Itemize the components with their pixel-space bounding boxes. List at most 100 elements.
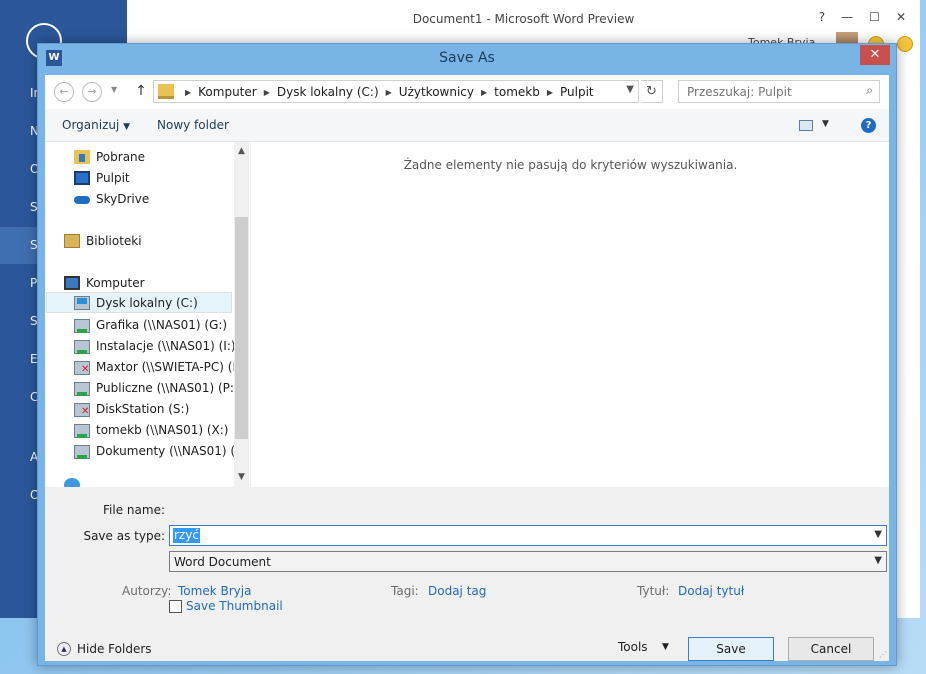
tree-item-label: tomekb (\\NAS01) (X:): [96, 422, 229, 437]
tree-item-komputer[interactable]: Komputer: [64, 272, 145, 293]
save-as-type-select[interactable]: Word Document ▼: [169, 551, 887, 572]
minimize-icon[interactable]: —: [841, 10, 853, 24]
scroll-up-icon[interactable]: ▲: [234, 144, 249, 159]
nav-pane-scrollbar[interactable]: ▲ ▼: [234, 142, 249, 487]
hide-folders-button[interactable]: ▲ Hide Folders: [57, 642, 152, 656]
tools-button[interactable]: Tools: [618, 640, 648, 654]
tree-item-diskstation[interactable]: DiskStation (S:): [74, 398, 189, 419]
chevron-right-icon[interactable]: ▶: [547, 88, 553, 99]
word-window-controls: ? — ☐ ✕: [819, 10, 906, 24]
drive-icon: [74, 295, 90, 310]
disconnected-drive-icon: [74, 361, 90, 375]
dialog-title: Save As: [439, 50, 495, 66]
chevron-right-icon[interactable]: ▶: [481, 88, 487, 99]
tree-item-pulpit[interactable]: Pulpit: [74, 167, 130, 188]
breadcrumb-item-tomekb[interactable]: tomekb: [494, 85, 540, 99]
save-thumbnail-checkbox[interactable]: [169, 600, 182, 613]
address-bar[interactable]: ▶ Komputer ▶ Dysk lokalny (C:) ▶ Użytkow…: [153, 80, 639, 103]
downloads-folder-icon: [74, 149, 90, 164]
tree-item-maxtor[interactable]: Maxtor (\\SWIETA-PC) (M: [74, 356, 243, 377]
maximize-icon[interactable]: ☐: [869, 10, 880, 24]
tree-item-network[interactable]: [64, 474, 86, 487]
word-window-title: Document1 - Microsoft Word Preview: [412, 12, 635, 26]
save-thumbnail-label[interactable]: Save Thumbnail: [186, 599, 283, 613]
save-as-dialog: W Save As ✕ ← → ▼ ↑ ▶ Komputer ▶ Dysk lo…: [37, 43, 897, 666]
tree-item-label: Grafika (\\NAS01) (G:): [96, 317, 228, 332]
search-input[interactable]: [679, 81, 849, 102]
close-icon[interactable]: ✕: [896, 10, 906, 24]
refresh-button[interactable]: ↻: [641, 80, 663, 103]
organize-label: Organizuj: [62, 118, 120, 132]
forward-button[interactable]: →: [82, 82, 102, 102]
frown-icon[interactable]: [897, 36, 913, 52]
hide-folders-label: Hide Folders: [77, 642, 152, 656]
file-name-value: rzyć: [173, 528, 200, 543]
tree-item-biblioteki[interactable]: Biblioteki: [64, 230, 142, 251]
view-options-icon[interactable]: [799, 120, 813, 131]
navigation-pane[interactable]: Pobrane Pulpit SkyDrive Biblioteki Kompu…: [45, 142, 249, 487]
tree-item-dokumenty[interactable]: Dokumenty (\\NAS01) (Z:): [74, 440, 249, 461]
chevron-down-icon[interactable]: ▼: [662, 642, 669, 652]
authors-label: Autorzy:: [122, 584, 172, 598]
dialog-title-bar[interactable]: W Save As ✕: [38, 44, 896, 72]
file-list-area[interactable]: Żadne elementy nie pasują do kryteriów w…: [250, 142, 889, 487]
breadcrumb-item-drive-c[interactable]: Dysk lokalny (C:): [277, 85, 379, 99]
authors-value[interactable]: Tomek Bryja: [178, 584, 251, 598]
chevron-right-icon[interactable]: ▶: [386, 88, 392, 99]
tags-label: Tagi:: [391, 584, 419, 598]
chevron-down-icon[interactable]: ▼: [626, 84, 634, 95]
chevron-down-icon[interactable]: ▼: [874, 555, 882, 566]
help-icon[interactable]: ?: [819, 10, 825, 24]
network-drive-icon: [74, 445, 90, 459]
save-as-type-label: Save as type:: [83, 529, 165, 543]
scroll-down-icon[interactable]: ▼: [234, 470, 249, 485]
tree-item-instalacje[interactable]: Instalacje (\\NAS01) (I:): [74, 335, 236, 356]
chevron-down-icon[interactable]: ▼: [874, 529, 882, 540]
search-box[interactable]: ⌕: [678, 80, 880, 103]
tree-item-label: Pulpit: [96, 170, 130, 185]
breadcrumb-item-pulpit[interactable]: Pulpit: [560, 85, 594, 99]
search-icon[interactable]: ⌕: [866, 83, 873, 98]
command-toolbar: Organizuj ▼ Nowy folder ▼ ?: [45, 109, 889, 142]
new-folder-button[interactable]: Nowy folder: [157, 118, 229, 132]
tree-item-tomekb[interactable]: tomekb (\\NAS01) (X:): [74, 419, 228, 440]
tree-item-label: DiskStation (S:): [96, 401, 190, 416]
resize-grip-icon[interactable]: ⋰: [879, 650, 887, 659]
network-drive-icon: [74, 340, 90, 354]
tree-item-grafika[interactable]: Grafika (\\NAS01) (G:): [74, 314, 227, 335]
breadcrumb-item-komputer[interactable]: Komputer: [198, 85, 257, 99]
tree-item-skydrive[interactable]: SkyDrive: [74, 188, 149, 209]
file-name-label: File name:: [103, 503, 165, 517]
cancel-button[interactable]: Cancel: [788, 637, 874, 661]
computer-icon: [64, 275, 80, 290]
organize-button[interactable]: Organizuj ▼: [62, 118, 130, 132]
up-folder-button[interactable]: ↑: [131, 82, 151, 102]
save-button[interactable]: Save: [688, 637, 774, 661]
tags-value[interactable]: Dodaj tag: [428, 584, 486, 598]
tree-item-pobrane[interactable]: Pobrane: [74, 146, 145, 167]
back-button[interactable]: ←: [54, 82, 74, 102]
disconnected-drive-icon: [74, 403, 90, 417]
recent-locations-dropdown[interactable]: ▼: [111, 85, 117, 94]
tree-item-label: Pobrane: [96, 149, 146, 164]
chevron-right-icon[interactable]: ▶: [264, 88, 270, 99]
dialog-close-button[interactable]: ✕: [860, 45, 890, 65]
tree-item-publiczne[interactable]: Publiczne (\\NAS01) (P:): [74, 377, 239, 398]
network-icon: [64, 477, 80, 487]
dialog-body: ← → ▼ ↑ ▶ Komputer ▶ Dysk lokalny (C:) ▶…: [45, 75, 889, 661]
scroll-thumb[interactable]: [235, 217, 248, 439]
tree-item-label: Biblioteki: [86, 233, 142, 248]
save-form: File name: Save as type: Autorzy: Tomek …: [45, 487, 889, 661]
tree-item-drive-c[interactable]: Dysk lokalny (C:): [46, 292, 232, 313]
file-name-input[interactable]: rzyć ▼: [169, 525, 887, 546]
title-label: Tytuł:: [637, 584, 670, 598]
chevron-right-icon: ▶: [185, 88, 192, 97]
chevron-up-icon: ▲: [57, 642, 71, 656]
title-value[interactable]: Dodaj tytuł: [678, 584, 744, 598]
network-drive-icon: [74, 424, 90, 438]
breadcrumb-item-users[interactable]: Użytkownicy: [399, 85, 474, 99]
empty-results-message: Żadne elementy nie pasują do kryteriów w…: [403, 158, 738, 172]
chevron-down-icon[interactable]: ▼: [822, 119, 829, 129]
library-icon: [64, 233, 80, 248]
help-icon[interactable]: ?: [861, 118, 876, 133]
